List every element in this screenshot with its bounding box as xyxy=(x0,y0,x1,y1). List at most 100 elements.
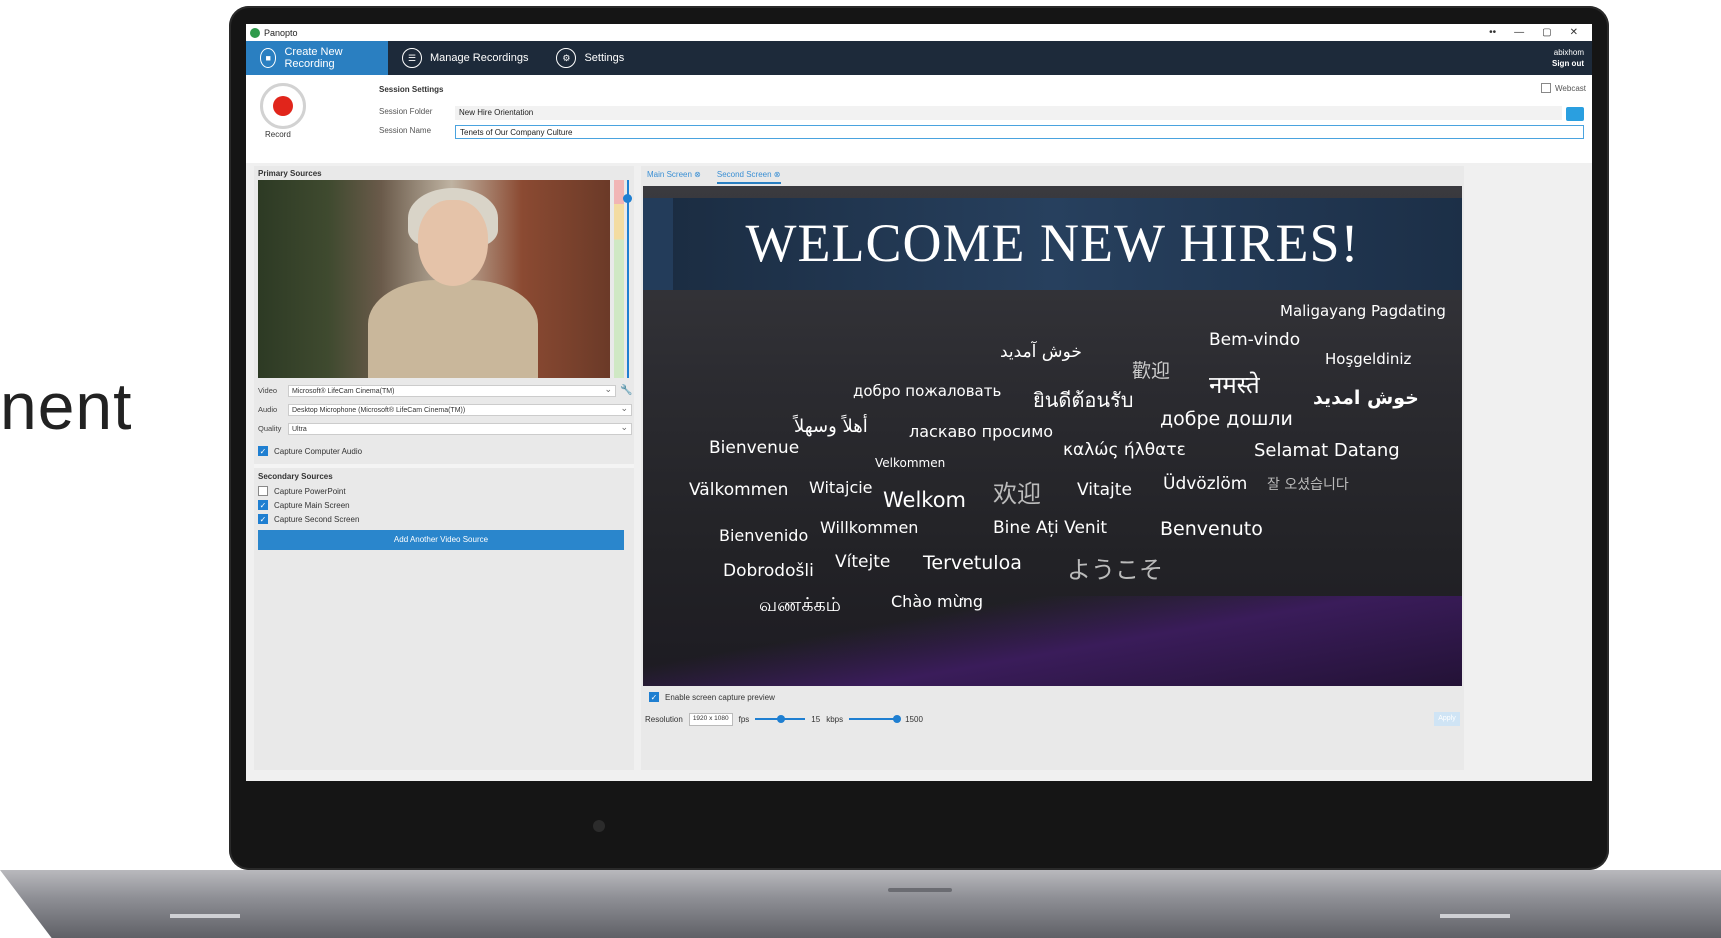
username: abixhom xyxy=(1553,48,1584,57)
welcome-word: 欢迎 xyxy=(993,480,1041,508)
video-source-row: Video Microsoft® LifeCam Cinema(TM) 🔧 xyxy=(258,384,632,397)
record-label: Record xyxy=(265,130,291,139)
video-source-select[interactable]: Microsoft® LifeCam Cinema(TM) xyxy=(288,384,616,397)
tab-settings[interactable]: ⚙ Settings xyxy=(542,41,638,75)
tab-create-new-recording[interactable]: ■ Create New Recording xyxy=(246,41,388,75)
welcome-word: Bienvenue xyxy=(709,438,800,458)
app-window: Panopto •• — ▢ ✕ ■ Create New Recording … xyxy=(246,24,1592,781)
fps-slider-handle[interactable] xyxy=(777,715,786,723)
capture-powerpoint-option[interactable]: Capture PowerPoint xyxy=(258,486,346,496)
sign-out-link[interactable]: Sign out xyxy=(1552,58,1584,69)
laptop-base xyxy=(0,870,1721,938)
tab-label: Main Screen xyxy=(647,170,692,179)
fps-slider[interactable] xyxy=(755,715,806,723)
capture-main-screen-option[interactable]: ✓ Capture Main Screen xyxy=(258,500,350,510)
kbps-slider[interactable] xyxy=(849,715,902,723)
session-name-label: Session Name xyxy=(379,126,432,135)
welcome-word: Bine Ați Venit xyxy=(993,518,1108,538)
screen-capture-preview-option[interactable]: ✓ Enable screen capture preview xyxy=(649,692,775,702)
welcome-word: Välkommen xyxy=(689,480,789,500)
audio-source-row: Audio Desktop Microphone (Microsoft® Lif… xyxy=(258,403,632,416)
tab-main-screen[interactable]: Main Screen ⊗ xyxy=(647,170,701,184)
preview-label: Enable screen capture preview xyxy=(665,692,775,702)
record-button[interactable] xyxy=(260,83,306,129)
audio-source-select[interactable]: Desktop Microphone (Microsoft® LifeCam C… xyxy=(288,403,632,416)
tab-label: Manage Recordings xyxy=(430,52,529,64)
add-video-source-button[interactable]: Add Another Video Source xyxy=(258,530,624,550)
sources-panel: Primary Sources Video Microsoft® LifeCam… xyxy=(254,166,634,770)
maximize-icon[interactable]: ▢ xyxy=(1542,27,1551,38)
title-bar: Panopto •• — ▢ ✕ xyxy=(246,24,1592,41)
presenter-body xyxy=(368,280,538,378)
audio-gain-handle[interactable] xyxy=(623,194,632,203)
gear-icon: ⚙ xyxy=(556,48,577,68)
welcome-word: ようこそ xyxy=(1067,556,1163,584)
resolution-label: Resolution xyxy=(645,714,683,724)
welcome-word: Maligayang Pagdating xyxy=(1280,302,1446,320)
kbps-slider-handle[interactable] xyxy=(893,715,902,723)
slide-title: WELCOME NEW HIRES! xyxy=(745,213,1360,273)
capture-second-screen-label: Capture Second Screen xyxy=(274,514,360,524)
background-partial-text: nent xyxy=(0,369,133,443)
fps-label: fps xyxy=(738,714,750,724)
welcome-word: Velkommen xyxy=(875,456,946,470)
app-title: Panopto xyxy=(264,27,298,38)
welcome-word: 잘 오셨습니다 xyxy=(1267,477,1349,493)
audio-level-meter xyxy=(614,180,624,378)
welcome-word: добре дошли xyxy=(1160,408,1293,430)
record-icon xyxy=(273,96,293,116)
tab-label: Second Screen xyxy=(716,170,772,179)
welcome-word: Tervetuloa xyxy=(923,552,1022,574)
close-icon[interactable]: ✕ xyxy=(1570,27,1578,38)
audio-gain-track xyxy=(627,180,629,378)
wrench-icon[interactable]: 🔧 xyxy=(620,385,632,396)
welcome-word: أهلاً وسهلاً xyxy=(794,416,868,437)
tab-label: Settings xyxy=(584,52,625,64)
screen-preview-panel: Main Screen ⊗ Second Screen ⊗ WELCOME NE… xyxy=(641,166,1464,770)
capture-main-screen-checkbox[interactable]: ✓ xyxy=(258,500,268,510)
slide-preview: WELCOME NEW HIRES! Maligayang Pagdating … xyxy=(643,186,1462,686)
capture-computer-audio-option[interactable]: ✓ Capture Computer Audio xyxy=(258,446,362,456)
presenter-face xyxy=(418,200,488,286)
tab-second-screen[interactable]: Second Screen ⊗ xyxy=(716,170,781,184)
capture-powerpoint-label: Capture PowerPoint xyxy=(274,486,346,496)
laptop-base-notch xyxy=(888,888,952,892)
welcome-word: ласкаво просимо xyxy=(909,422,1054,441)
capture-second-screen-checkbox[interactable]: ✓ xyxy=(258,514,268,524)
laptop-foot-left xyxy=(170,914,240,918)
capture-second-screen-option[interactable]: ✓ Capture Second Screen xyxy=(258,514,359,524)
welcome-word: Dobrodošli xyxy=(723,561,814,581)
welcome-word: Bienvenido xyxy=(719,526,809,545)
folder-icon[interactable] xyxy=(1566,107,1584,121)
welcome-word: Benvenuto xyxy=(1160,518,1263,540)
close-tab-icon[interactable]: ⊗ xyxy=(774,170,781,179)
resolution-select[interactable]: 1920 x 1080 xyxy=(688,712,733,726)
restore-icon[interactable]: •• xyxy=(1489,27,1496,38)
panopto-logo-icon xyxy=(250,27,260,38)
preview-checkbox[interactable]: ✓ xyxy=(649,692,659,702)
apply-button[interactable]: Apply xyxy=(1434,712,1460,726)
fps-value: 15 xyxy=(811,714,821,724)
user-box: abixhom Sign out xyxy=(1552,47,1584,69)
webcast-option[interactable]: Webcast xyxy=(1541,83,1586,93)
laptop-foot-right xyxy=(1440,914,1510,918)
close-tab-icon[interactable]: ⊗ xyxy=(694,170,701,179)
quality-select[interactable]: Ultra xyxy=(288,422,632,435)
minimize-icon[interactable]: — xyxy=(1514,27,1524,38)
screen-tabs: Main Screen ⊗ Second Screen ⊗ xyxy=(647,170,781,184)
capture-powerpoint-checkbox[interactable] xyxy=(258,486,268,496)
welcome-word: नमस्ते xyxy=(1209,371,1260,399)
secondary-sources-title: Secondary Sources xyxy=(258,472,333,481)
webcam-lens xyxy=(593,820,605,832)
list-icon: ☰ xyxy=(402,48,422,68)
session-folder-field[interactable]: New Hire Orientation xyxy=(455,106,1562,120)
kbps-value: 1500 xyxy=(905,714,923,724)
welcome-word: Selamat Datang xyxy=(1254,440,1400,461)
session-name-field[interactable]: Tenets of Our Company Culture xyxy=(455,125,1584,139)
session-settings-title: Session Settings xyxy=(379,85,444,94)
webcast-label: Webcast xyxy=(1555,83,1586,93)
welcome-word: Bem-vindo xyxy=(1209,330,1301,350)
tab-manage-recordings[interactable]: ☰ Manage Recordings xyxy=(388,41,542,75)
capture-audio-checkbox[interactable]: ✓ xyxy=(258,446,268,456)
webcast-checkbox[interactable] xyxy=(1541,83,1552,93)
